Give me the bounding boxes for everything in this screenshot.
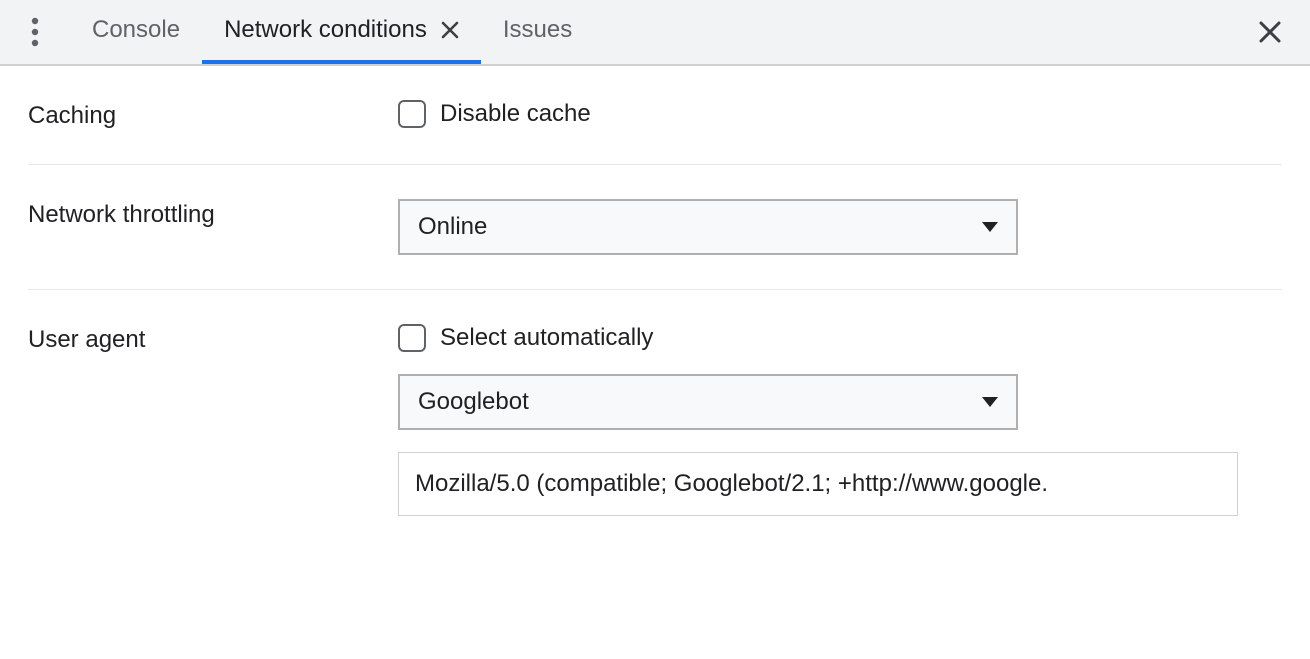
user-agent-label: User agent [28,324,398,354]
select-automatically-checkbox[interactable] [398,324,426,352]
section-user-agent: User agent Select automatically Googlebo… [28,290,1282,550]
tab-issues-label: Issues [503,16,572,44]
throttling-selected-value: Online [418,213,487,241]
caching-label: Caching [28,100,398,130]
user-agent-string-input[interactable] [398,452,1238,516]
disable-cache-label: Disable cache [440,100,591,128]
user-agent-preset-value: Googlebot [418,388,529,416]
tab-console-label: Console [92,16,180,44]
more-options-button[interactable] [0,0,70,64]
tab-network-conditions-label: Network conditions [224,16,427,44]
section-caching: Caching Disable cache [28,66,1282,165]
chevron-down-icon [982,397,998,407]
user-agent-preset-select[interactable]: Googlebot [398,374,1018,430]
select-automatically-label: Select automatically [440,324,653,352]
disable-cache-checkbox[interactable] [398,100,426,128]
panel-close-button[interactable] [1240,0,1300,64]
close-icon [441,21,459,39]
chevron-down-icon [982,222,998,232]
tab-console[interactable]: Console [70,0,202,64]
tab-network-conditions[interactable]: Network conditions [202,0,481,64]
throttling-label: Network throttling [28,199,398,229]
throttling-select[interactable]: Online [398,199,1018,255]
tab-issues[interactable]: Issues [481,0,594,64]
tab-close-button[interactable] [441,21,459,39]
kebab-icon [31,17,39,47]
close-icon [1258,20,1282,44]
section-network-throttling: Network throttling Online [28,165,1282,290]
panel-content: Caching Disable cache Network throttling… [0,66,1310,550]
tab-bar: Console Network conditions Issues [0,0,1310,66]
